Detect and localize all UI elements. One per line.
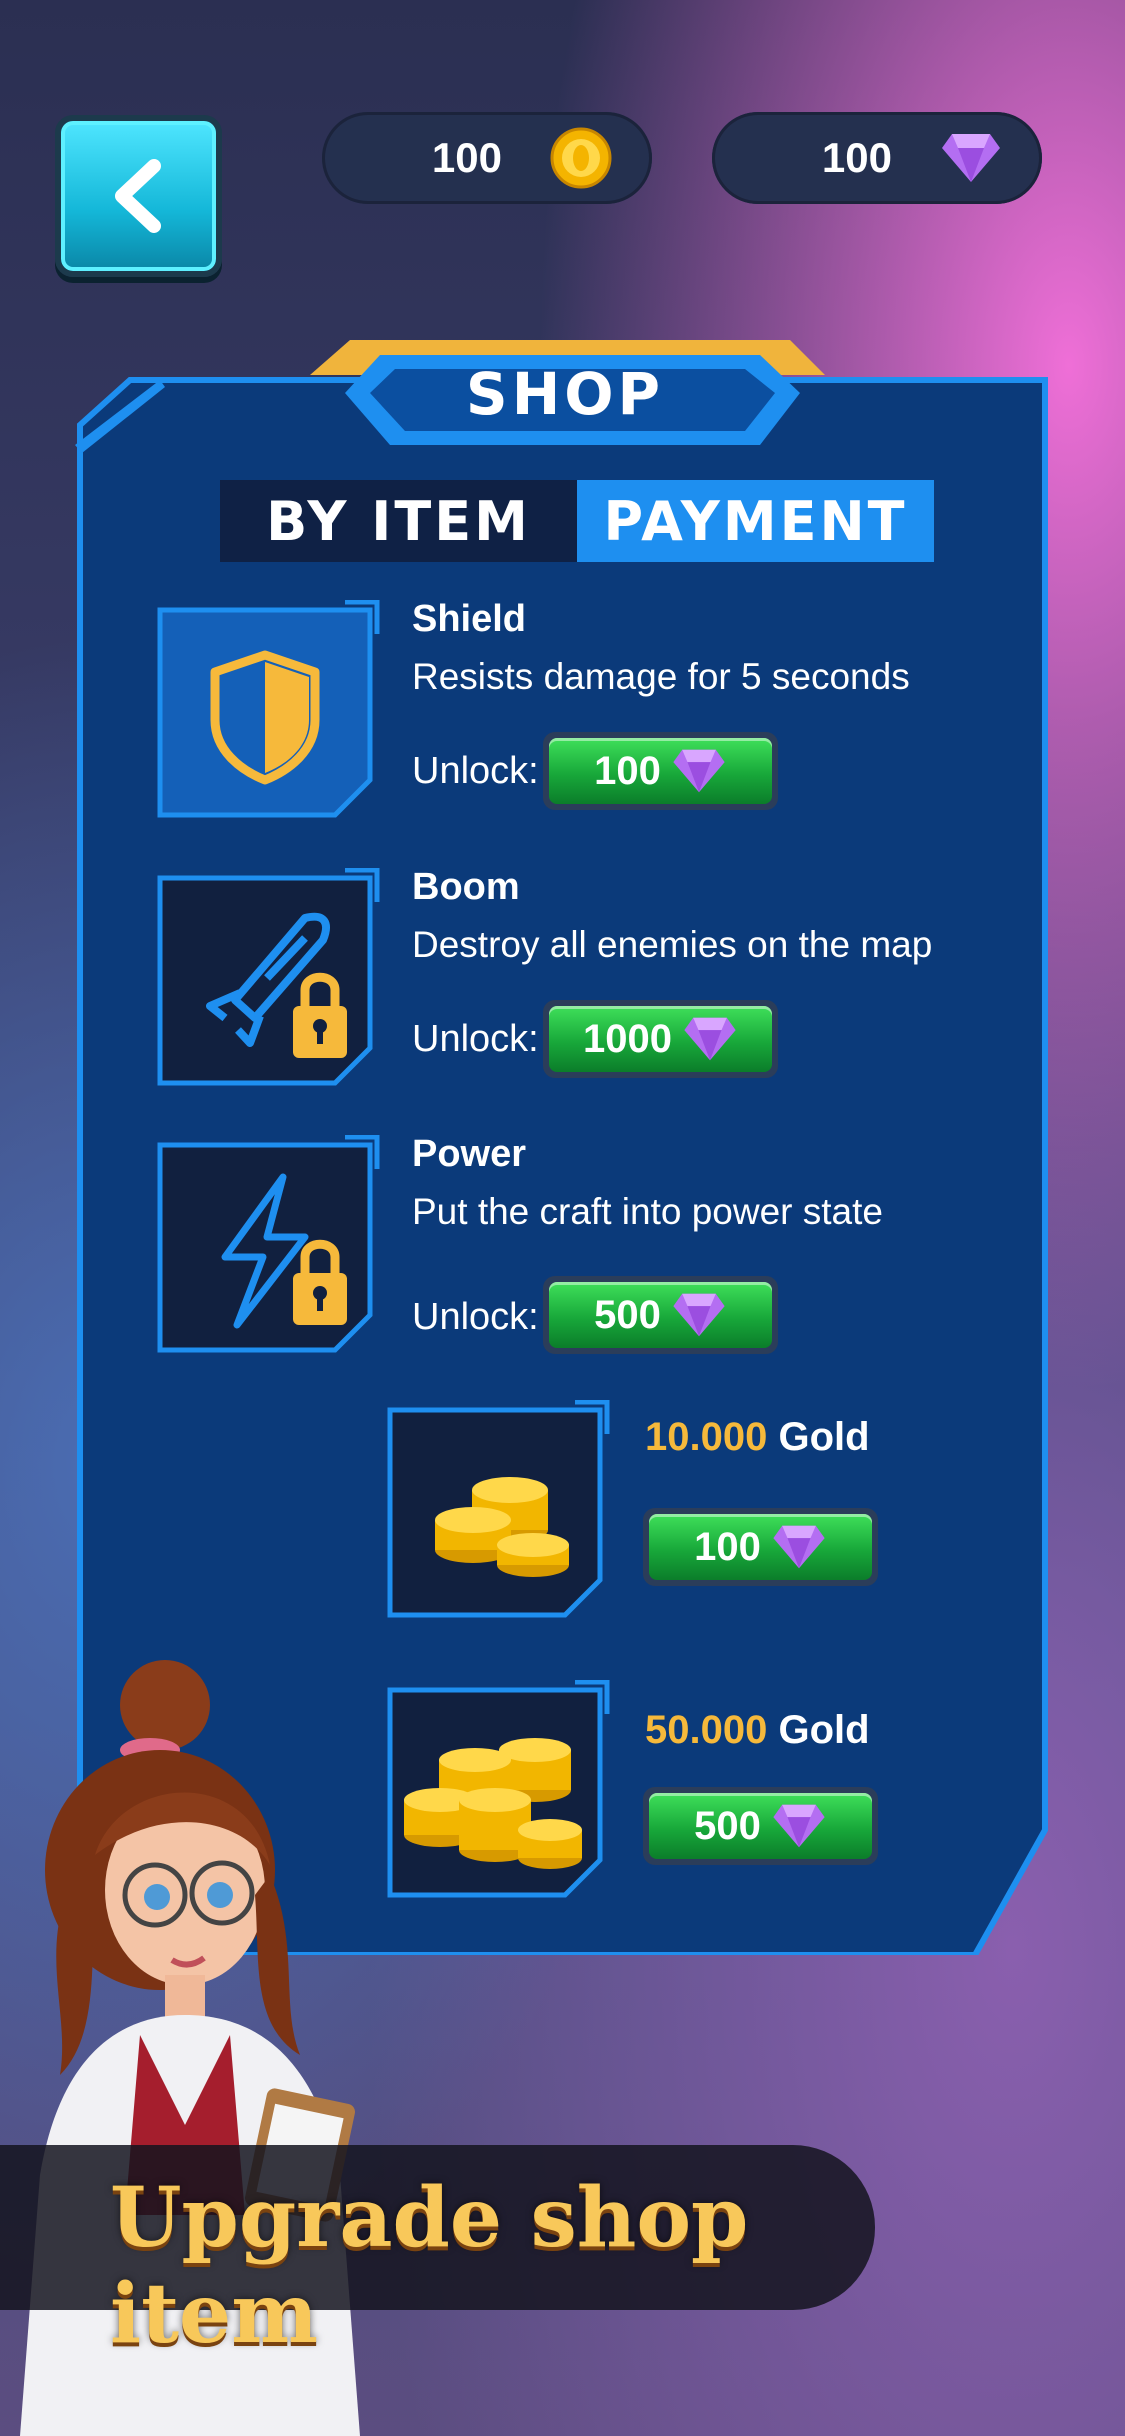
gold-pack-small-box[interactable] xyxy=(385,1399,610,1618)
gold-pack-small-price: 100 xyxy=(694,1524,761,1569)
power-price: 500 xyxy=(594,1292,661,1337)
gold-coin-icon xyxy=(550,127,612,189)
unlock-shield-button[interactable]: 100 xyxy=(543,732,778,810)
gold-pack-large-box[interactable] xyxy=(385,1679,610,1898)
gem-icon xyxy=(942,134,1000,182)
buy-gold-small-button[interactable]: 100 xyxy=(643,1508,878,1586)
shop-tabs: BY ITEM PAYMENT xyxy=(220,480,934,562)
back-button[interactable] xyxy=(55,115,222,277)
gem-balance-value: 100 xyxy=(821,134,892,181)
unlock-label-power: Unlock: xyxy=(412,1296,539,1338)
unlock-power-button[interactable]: 500 xyxy=(543,1276,778,1354)
gold-balance-value: 100 xyxy=(431,134,502,181)
gold-pack-large-unit: Gold xyxy=(778,1708,870,1752)
gem-icon xyxy=(773,1525,825,1569)
gold-pack-large-amount: 50.000 xyxy=(645,1708,768,1752)
item-desc-boom: Destroy all enemies on the map xyxy=(412,924,933,965)
boom-price: 1000 xyxy=(583,1016,672,1061)
gem-icon xyxy=(673,1293,725,1337)
gem-icon xyxy=(684,1017,736,1061)
shop-title: SHOP xyxy=(465,360,665,428)
chevron-left-icon xyxy=(114,159,161,233)
tab-payment[interactable]: PAYMENT xyxy=(577,480,934,562)
gold-balance: 100 xyxy=(322,112,652,204)
unlock-label-shield: Unlock: xyxy=(412,750,539,792)
unlock-boom-button[interactable]: 1000 xyxy=(543,1000,778,1078)
shield-price: 100 xyxy=(594,748,661,793)
buy-gold-large-button[interactable]: 500 xyxy=(643,1787,878,1865)
item-desc-power: Put the craft into power state xyxy=(412,1191,883,1232)
gold-pack-small-label: 10.000 Gold xyxy=(645,1415,870,1460)
gold-pack-small-unit: Gold xyxy=(778,1415,870,1459)
item-name-shield: Shield xyxy=(412,598,527,640)
gem-icon xyxy=(673,749,725,793)
gold-pack-small-amount: 10.000 xyxy=(645,1415,768,1459)
gem-icon xyxy=(773,1804,825,1848)
power-item-icon-box[interactable] xyxy=(155,1134,380,1353)
gem-balance: 100 xyxy=(712,112,1042,204)
gold-pack-large-label: 50.000 Gold xyxy=(645,1708,870,1753)
tab-by-item[interactable]: BY ITEM xyxy=(220,480,577,562)
unlock-label-boom: Unlock: xyxy=(412,1018,539,1060)
promo-banner-text: Upgrade shop item xyxy=(110,2170,749,2362)
boom-item-icon-box[interactable] xyxy=(155,867,380,1086)
item-name-boom: Boom xyxy=(412,866,520,908)
item-name-power: Power xyxy=(412,1133,527,1175)
gold-pack-large-price: 500 xyxy=(694,1803,761,1848)
item-desc-shield: Resists damage for 5 seconds xyxy=(412,656,910,697)
shield-item-icon-box[interactable] xyxy=(155,599,380,818)
